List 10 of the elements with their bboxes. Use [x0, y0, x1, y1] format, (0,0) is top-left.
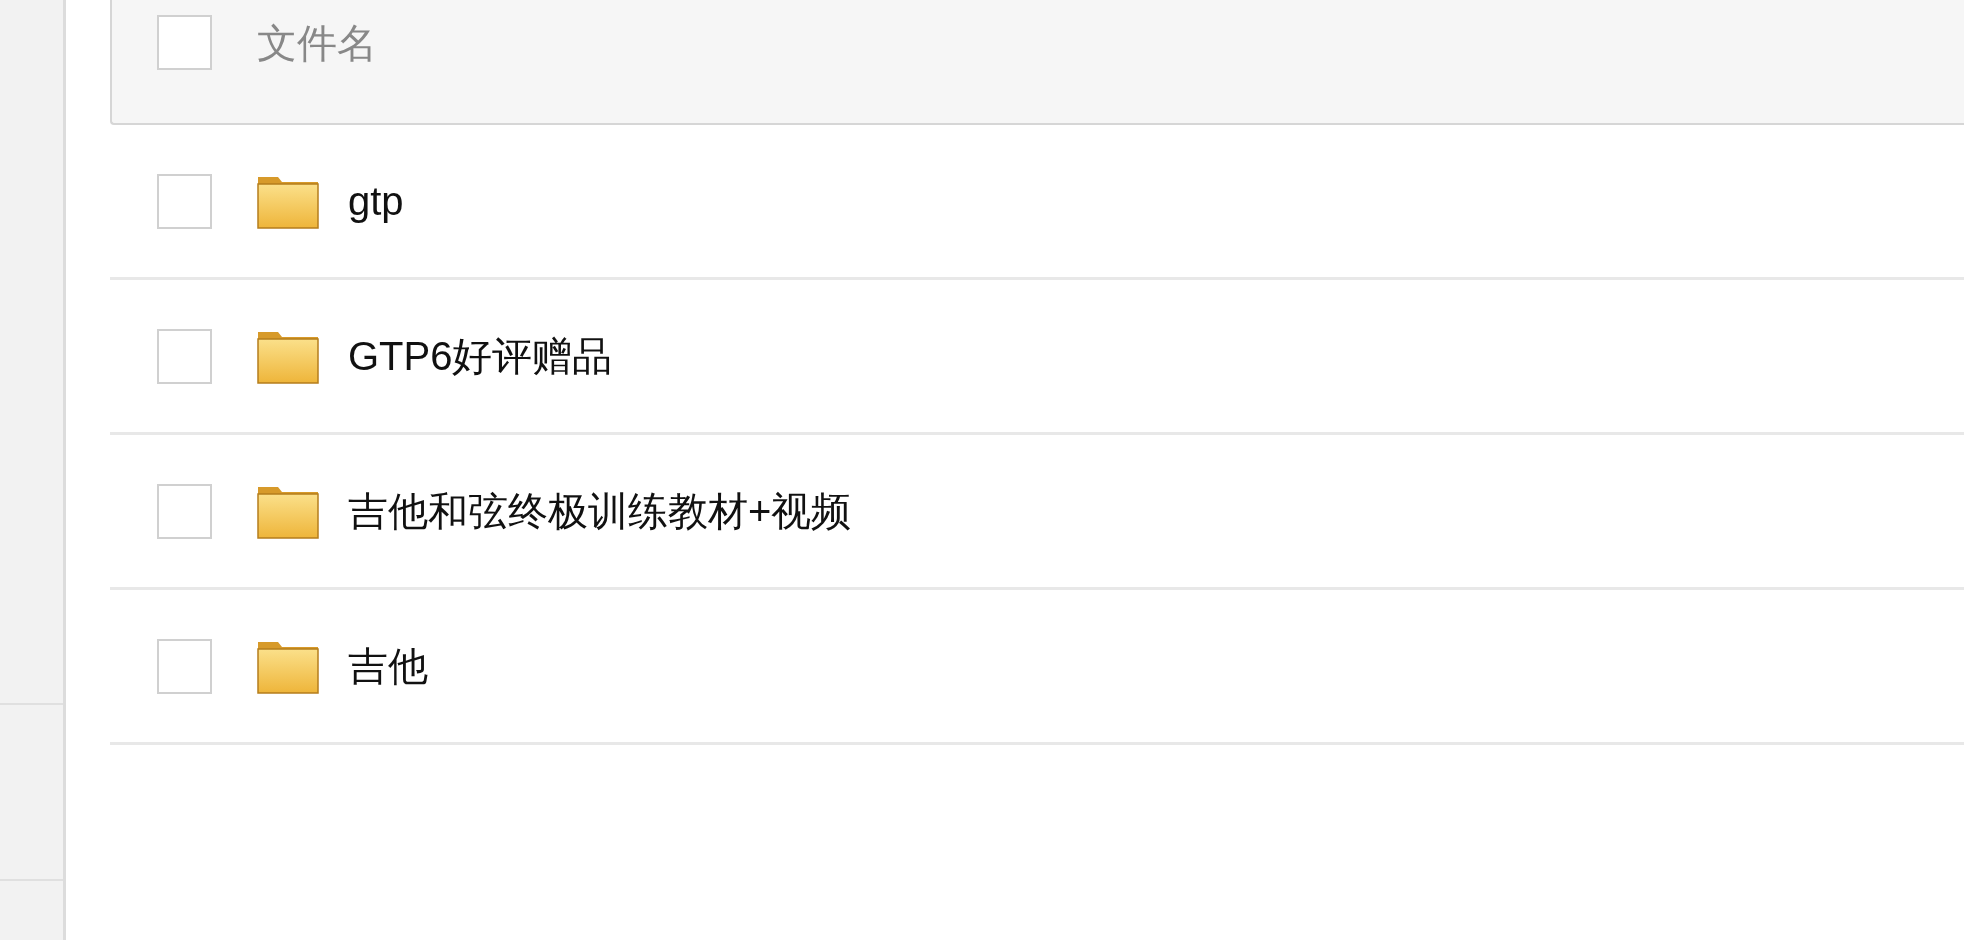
checkbox[interactable]	[157, 15, 212, 70]
column-header: 文件名	[257, 20, 377, 67]
checkbox[interactable]	[157, 638, 212, 694]
checkbox[interactable]	[157, 173, 212, 229]
folder-name[interactable]: 吉他	[348, 636, 428, 696]
folder-name[interactable]: 吉他和弦终极训练教材+视频	[348, 481, 852, 541]
checkbox[interactable]	[157, 483, 212, 539]
folder-name[interactable]: GTP6好评赠品	[348, 326, 613, 386]
folder-name[interactable]: gtp	[348, 171, 404, 231]
checkbox[interactable]	[157, 328, 212, 384]
